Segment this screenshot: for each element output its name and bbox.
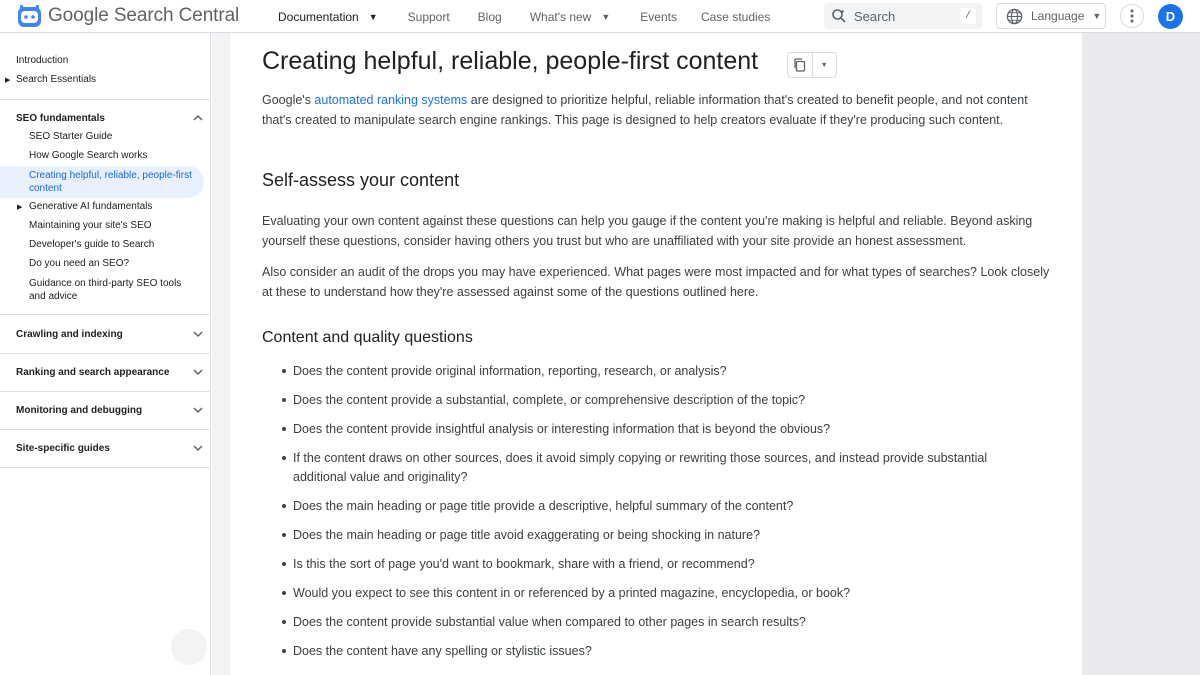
page-title: Creating helpful, reliable, people-first… [262, 47, 759, 75]
nav-documentation[interactable]: Documentation ▼ [266, 0, 390, 33]
chevron-down-icon [193, 331, 203, 338]
sidebar-item-how-search-works[interactable]: How Google Search works [29, 150, 147, 161]
list-item: Does the main heading or page title avoi… [262, 526, 1042, 545]
chevron-down-icon [193, 407, 203, 414]
subheading: Content and quality questions [262, 329, 473, 346]
divider [0, 353, 211, 354]
section-title: Crawling and indexing [16, 328, 123, 340]
nav-label: Documentation [278, 9, 359, 24]
sidebar-section-seo-fundamentals[interactable]: SEO fundamentals [16, 112, 204, 124]
list-item: Does the content have any spelling or st… [262, 642, 1042, 661]
nav-case-studies[interactable]: Case studies [689, 0, 782, 33]
sidebar-section-ranking-appearance[interactable]: Ranking and search appearance [16, 366, 204, 378]
brand-name: Google Search Central [48, 5, 240, 26]
list-item: Does the content provide substantial val… [262, 613, 1042, 632]
sidebar: Introduction ▶ Search Essentials SEO fun… [0, 33, 211, 675]
search-central-logo-icon [18, 4, 41, 27]
keyboard-shortcut-hint: / [960, 8, 976, 24]
sidebar-section-site-specific-guides[interactable]: Site-specific guides [16, 442, 204, 454]
caret-down-icon: ▼ [601, 11, 611, 22]
brand[interactable]: Google Search Central [17, 3, 239, 29]
language-label: Language [1031, 9, 1085, 23]
sidebar-section-crawling-indexing[interactable]: Crawling and indexing [16, 328, 204, 340]
globe-icon [1006, 8, 1023, 24]
nav-label: Case studies [700, 9, 771, 24]
nav-blog[interactable]: Blog [466, 0, 514, 33]
divider [0, 314, 211, 315]
list-item: Does the content provide original inform… [262, 362, 1042, 381]
divider [0, 391, 211, 392]
list-item: If the content draws on other sources, d… [262, 449, 1042, 487]
copy-button[interactable] [788, 53, 812, 77]
nav-whats-new[interactable]: What's new ▼ [518, 0, 623, 33]
nav-label: Events [640, 9, 677, 24]
nav-label: Support [407, 9, 450, 24]
list-item: Is this the sort of page you'd want to b… [262, 555, 1042, 574]
list-item: Does the main heading or page title prov… [262, 497, 1042, 516]
self-assess-paragraph-2: Also consider an audit of the drops you … [262, 265, 1050, 299]
automated-ranking-systems-link[interactable]: automated ranking systems [314, 93, 467, 107]
section-title: SEO fundamentals [16, 112, 105, 124]
collapse-sidebar-button[interactable] [171, 629, 207, 665]
divider [0, 429, 211, 430]
chevron-down-icon [193, 445, 203, 452]
nav-label: What's new [529, 9, 592, 24]
avatar[interactable]: D [1158, 4, 1183, 29]
self-assess-paragraph-1: Evaluating your own content against thes… [262, 214, 1033, 248]
caret-down-icon: ▼ [368, 11, 378, 22]
section-heading: Self-assess your content [262, 170, 460, 190]
nav-events[interactable]: Events [628, 0, 689, 33]
search-box[interactable]: Search / [824, 3, 982, 29]
list-item: Does the content provide insightful anal… [262, 420, 1042, 439]
caret-down-icon: ▼ [820, 61, 828, 69]
divider [0, 467, 211, 468]
search-icon [832, 9, 846, 23]
section-title: Ranking and search appearance [16, 366, 170, 378]
language-selector[interactable]: Language ▼ [996, 3, 1106, 29]
section-title: Monitoring and debugging [16, 404, 143, 416]
sidebar-item-seo-starter-guide[interactable]: SEO Starter Guide [29, 131, 112, 142]
chevron-up-icon [193, 114, 203, 121]
list-item: Would you expect to see this content in … [262, 584, 1042, 603]
top-bar: Google Search Central Documentation ▼ Su… [0, 0, 1200, 33]
section-title: Site-specific guides [16, 442, 110, 454]
copy-options-dropdown[interactable]: ▼ [811, 53, 837, 77]
right-gutter [1082, 33, 1200, 675]
sidebar-section-monitoring-debugging[interactable]: Monitoring and debugging [16, 404, 204, 416]
more-vert-icon [1130, 9, 1134, 23]
main-nav: Documentation ▼ Support Blog What's new … [266, 0, 782, 33]
nav-label: Blog [477, 9, 502, 24]
copy-link-button-group: ▼ [787, 52, 837, 78]
copy-icon [794, 58, 806, 72]
expand-arrow-icon[interactable]: ▶ [5, 76, 10, 84]
sidebar-item-developers-guide[interactable]: Developer's guide to Search [29, 239, 154, 250]
sidebar-item-introduction[interactable]: Introduction [16, 55, 68, 66]
more-options-button[interactable] [1120, 4, 1144, 28]
sidebar-item-search-essentials[interactable]: Search Essentials [16, 74, 96, 85]
sidebar-item-creating-helpful-content[interactable]: Creating helpful, reliable, people-first… [29, 170, 194, 195]
list-item: Does the content provide a substantial, … [262, 391, 1042, 410]
expand-arrow-icon[interactable]: ▶ [17, 203, 22, 211]
sidebar-item-need-an-seo[interactable]: Do you need an SEO? [29, 258, 129, 269]
intro-text: Google's [262, 93, 315, 107]
chevron-down-icon [193, 369, 203, 376]
sidebar-item-generative-ai[interactable]: Generative AI fundamentals [29, 201, 152, 212]
sidebar-item-maintaining-seo[interactable]: Maintaining your site's SEO [29, 220, 152, 231]
intro-paragraph: Google's automated ranking systems are d… [262, 91, 1052, 130]
divider [0, 99, 211, 100]
search-input[interactable]: Search [854, 9, 960, 24]
sidebar-item-third-party-seo-tools[interactable]: Guidance on third-party SEO tools and ad… [29, 278, 194, 303]
caret-down-icon: ▼ [1092, 11, 1102, 21]
nav-support[interactable]: Support [396, 0, 462, 33]
